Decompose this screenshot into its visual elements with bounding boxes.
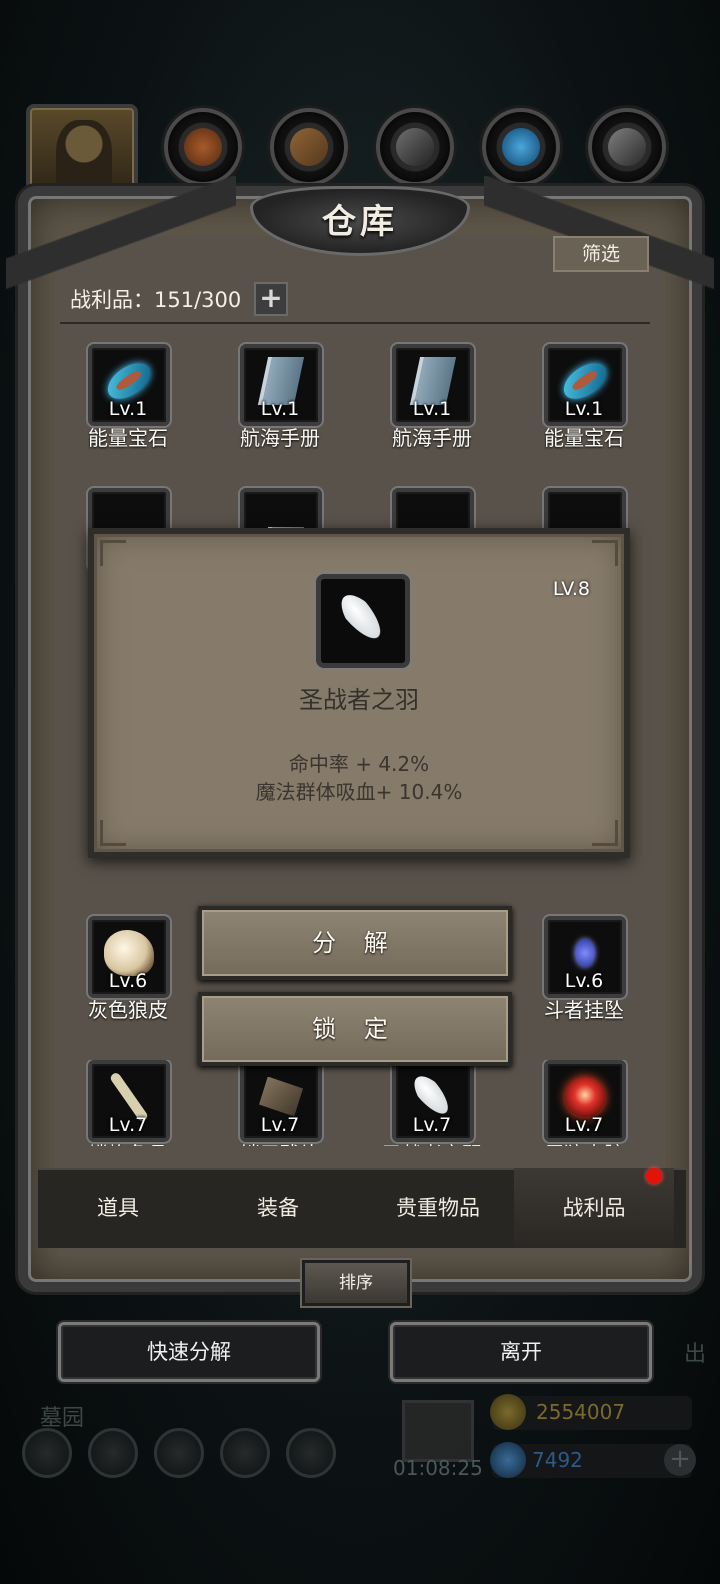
tab-equipment[interactable]: 装备 <box>198 1168 358 1248</box>
stairs-icon <box>396 128 434 166</box>
plus-icon[interactable]: + <box>254 282 288 316</box>
inventory-item[interactable]: Lv.7 圣战者之羽 <box>362 1060 502 1146</box>
item-name: 圣战者之羽 <box>362 1138 502 1146</box>
popup-stat-line: 魔法群体吸血+ 10.4% <box>255 780 463 804</box>
mail-icon[interactable] <box>220 1428 270 1478</box>
item-level: Lv.1 <box>412 398 452 420</box>
top-tab-wood[interactable] <box>270 108 348 186</box>
fighter-pendant-icon <box>575 938 595 967</box>
inventory-item[interactable]: Lv.1 航海手册 <box>362 344 502 454</box>
inventory-item[interactable]: Lv.7 锁甲残片 <box>210 1060 350 1146</box>
tab-valuables[interactable]: 贵重物品 <box>358 1168 518 1248</box>
gem-icon <box>490 1442 526 1478</box>
helmet-icon <box>184 128 222 166</box>
top-tab-forge[interactable] <box>588 108 666 186</box>
popup-corner-ornament <box>592 820 618 846</box>
gold-amount: 2554007 <box>536 1400 626 1424</box>
item-name: 巨狼内脏 <box>514 1138 654 1146</box>
inventory-item[interactable]: Lv.6 斗者挂坠 <box>514 916 654 1026</box>
leave-button[interactable]: 离开 <box>390 1322 652 1382</box>
inventory-item[interactable]: Lv.7 巨狼内脏 <box>514 1060 654 1146</box>
left-dragon-ornament <box>6 176 236 296</box>
page-title: 仓库 <box>322 202 398 242</box>
popup-corner-ornament <box>100 540 126 566</box>
gold-coin-icon <box>490 1394 526 1430</box>
lock-button[interactable]: 锁 定 <box>198 992 512 1066</box>
sort-button[interactable]: 排序 <box>302 1260 410 1306</box>
star-icon[interactable] <box>88 1428 138 1478</box>
popup-item-frame <box>316 574 410 668</box>
item-name: 航海手册 <box>392 426 472 450</box>
item-name: 能量宝石 <box>544 426 624 450</box>
giant-wolf-viscera-icon <box>565 1076 605 1117</box>
capacity-label: 战利品：151/300 <box>70 288 242 312</box>
notification-dot <box>646 1168 662 1184</box>
item-level: Lv.1 <box>108 398 148 420</box>
tab-props[interactable]: 道具 <box>38 1168 198 1248</box>
grey-wolf-pelt-icon <box>104 929 154 976</box>
item-name: 斗者挂坠 <box>544 998 624 1022</box>
top-tab-stairs[interactable] <box>376 108 454 186</box>
decompose-button[interactable]: 分 解 <box>198 906 512 980</box>
add-gems-icon[interactable]: + <box>664 1444 696 1476</box>
item-name: 锁甲残片 <box>210 1138 350 1146</box>
item-level: Lv.7 <box>108 1114 148 1136</box>
item-level: Lv.7 <box>260 1114 300 1136</box>
inventory-item[interactable]: Lv.7 嶙峋角骨 <box>58 1060 198 1146</box>
divider <box>60 322 650 324</box>
top-tab-crystal[interactable] <box>482 108 560 186</box>
forge-icon <box>608 128 646 166</box>
popup-corner-ornament <box>100 820 126 846</box>
quick-decompose-button[interactable]: 快速分解 <box>58 1322 320 1382</box>
item-level: Lv.6 <box>108 970 148 992</box>
settings-icon[interactable] <box>22 1428 72 1478</box>
inventory-item[interactable]: Lv.1 航海手册 <box>210 344 350 454</box>
popup-stat-line: 命中率 + 4.2% <box>288 752 430 776</box>
book-icon[interactable] <box>154 1428 204 1478</box>
item-detail-popup: LV.8 圣战者之羽 命中率 + 4.2% 魔法群体吸血+ 10.4% <box>88 528 630 858</box>
cube-icon[interactable] <box>286 1428 336 1478</box>
chainmail-fragment-icon <box>259 1076 303 1117</box>
popup-item-name: 圣战者之羽 <box>299 686 419 714</box>
item-level: Lv.1 <box>260 398 300 420</box>
item-name: 灰色狼皮 <box>88 998 168 1022</box>
inventory-item[interactable]: Lv.1 能量宝石 <box>58 344 198 454</box>
top-tab-helmet[interactable] <box>164 108 242 186</box>
gem-amount: 7492 <box>532 1448 583 1472</box>
item-name: 航海手册 <box>240 426 320 450</box>
feather-icon <box>332 587 394 652</box>
popup-corner-ornament <box>592 540 618 566</box>
gift-icon[interactable] <box>402 1400 474 1462</box>
filter-button[interactable]: 筛选 <box>553 236 649 272</box>
gift-timer: 01:08:25 <box>393 1456 483 1480</box>
background-edge-text: 出 <box>684 1342 707 1367</box>
inventory-item[interactable]: Lv.6 灰色狼皮 <box>58 916 198 1026</box>
item-name: 嶙峋角骨 <box>58 1138 198 1146</box>
popup-item-level: LV.8 <box>552 578 590 600</box>
item-level: Lv.6 <box>564 970 604 992</box>
item-name: 能量宝石 <box>88 426 168 450</box>
item-level: Lv.1 <box>564 398 604 420</box>
item-level: Lv.7 <box>412 1114 452 1136</box>
wood-icon <box>290 128 328 166</box>
inventory-item[interactable]: Lv.1 能量宝石 <box>514 344 654 454</box>
item-level: Lv.7 <box>564 1114 604 1136</box>
crystal-icon <box>502 128 540 166</box>
